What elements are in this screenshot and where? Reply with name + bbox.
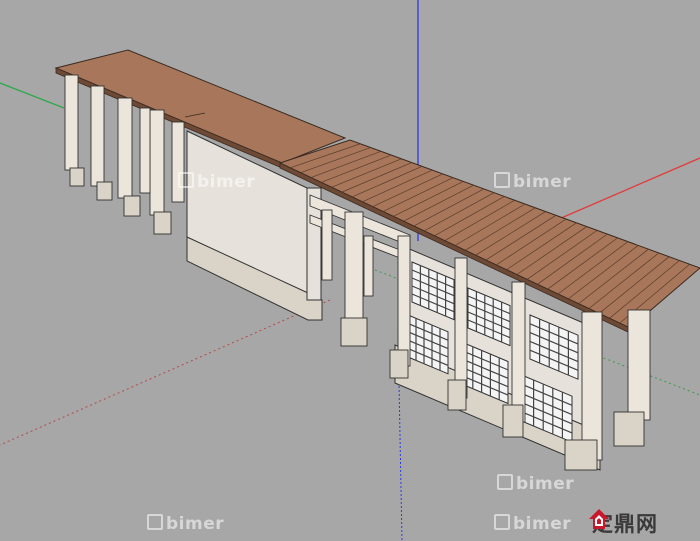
watermark: bimer [147, 514, 224, 534]
watermark: bimer [497, 474, 574, 494]
site-logo: 定鼎网 [588, 508, 658, 538]
3d-model-canvas[interactable] [0, 0, 700, 541]
watermark: bimer [494, 514, 571, 534]
watermark: bimer [178, 172, 255, 192]
modeling-viewport[interactable]: bimer bimer bimer bimer bimer 定鼎网 [0, 0, 700, 541]
house-icon [589, 509, 609, 529]
watermark: bimer [494, 172, 571, 192]
